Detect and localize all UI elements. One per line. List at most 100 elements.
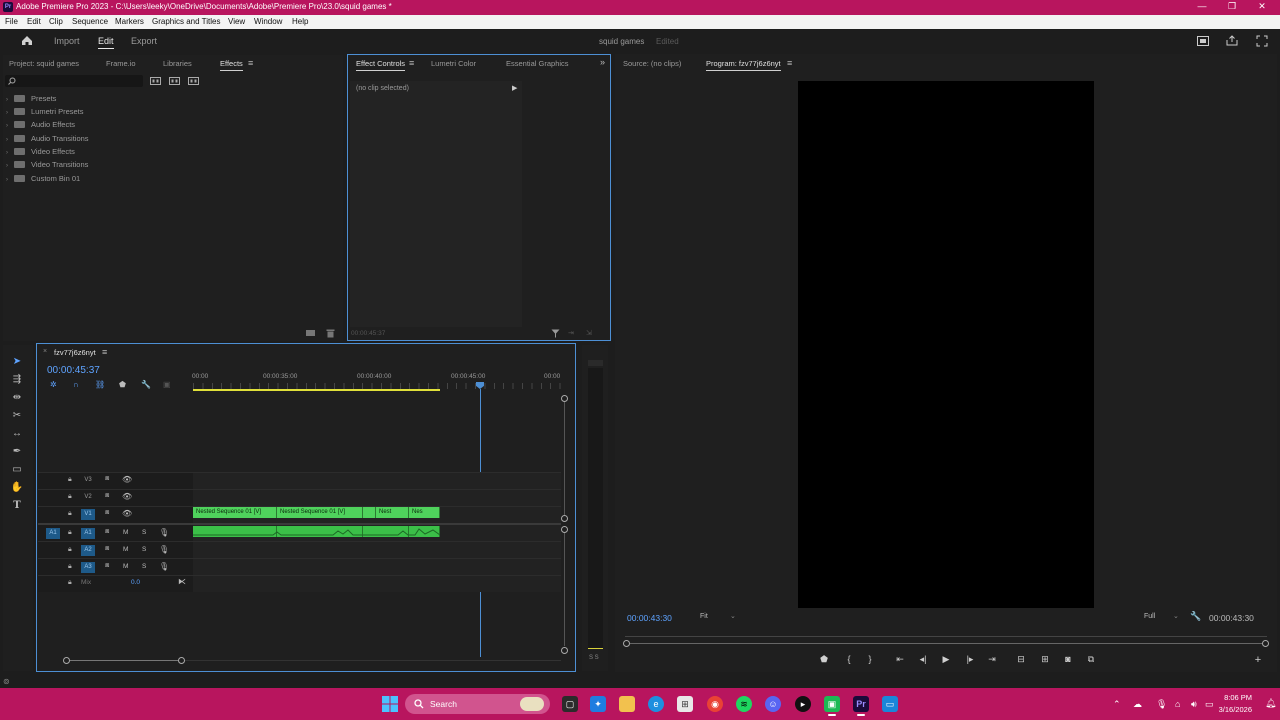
sync-lock-icon[interactable]: ⧈ (105, 475, 109, 483)
export-icon[interactable]: ⇲ (586, 329, 592, 337)
scroll-handle-top[interactable] (561, 395, 568, 402)
mix-value[interactable]: 0.0 (131, 579, 140, 586)
chrome-icon[interactable]: ◉ (707, 696, 723, 712)
panel-menu-icon[interactable]: ≡ (787, 58, 792, 68)
tree-item-presets[interactable]: › Presets (6, 94, 56, 107)
volume-icon[interactable]: 🔊︎ (1191, 699, 1197, 710)
play-audio-icon[interactable]: ⇥ (568, 329, 574, 337)
notification-icon[interactable]: 🔔︎ (1265, 698, 1276, 709)
capcut-icon[interactable]: ▸ (795, 696, 811, 712)
chevron-down-icon[interactable]: ⌄ (1173, 612, 1179, 620)
microsoft-store-icon[interactable]: ⊞ (677, 696, 693, 712)
hand-tool-icon[interactable]: ✋ (9, 481, 25, 495)
minimize-button[interactable]: — (1192, 1, 1212, 11)
lock-icon[interactable]: 🔒︎ (68, 563, 72, 571)
workspace-import-tab[interactable]: Import (54, 36, 80, 46)
captions-icon[interactable]: ▣ (163, 380, 171, 389)
expand-arrow-icon[interactable]: › (6, 137, 14, 143)
tab-effect-controls[interactable]: Effect Controls (356, 59, 406, 71)
menu-edit[interactable]: Edit (27, 17, 41, 26)
comparison-view-button[interactable]: ⧉ (1084, 654, 1098, 665)
task-view-icon[interactable]: ▢ (562, 696, 578, 712)
delete-icon[interactable] (326, 329, 335, 338)
video-clip[interactable]: Nested Sequence 01 [V] (277, 507, 363, 518)
add-marker-button[interactable]: ⬟ (817, 654, 831, 665)
tab-libraries[interactable]: Libraries (163, 59, 192, 68)
windows-start-icon[interactable] (382, 696, 398, 712)
tab-sequence[interactable]: fzv77j6z6nyt (54, 348, 96, 357)
new-custom-bin-icon[interactable] (306, 330, 315, 336)
video-clip[interactable]: Nested Sequence 01 [V] (193, 507, 277, 518)
track-label-a2[interactable]: A2 (81, 545, 95, 556)
timeline-zoom-bar[interactable] (70, 660, 178, 661)
share-icon[interactable] (1226, 35, 1238, 46)
lock-icon[interactable]: 🔒︎ (68, 579, 72, 587)
filter-icon[interactable] (551, 329, 560, 338)
video-audio-divider[interactable] (38, 523, 561, 525)
mute-button[interactable]: M (123, 563, 128, 570)
mark-in-button[interactable]: { (842, 654, 856, 664)
app-icon[interactable]: ▣ (824, 696, 840, 712)
eye-icon[interactable]: 👁︎ (122, 475, 132, 484)
lock-icon[interactable]: 🔒︎ (68, 546, 72, 554)
razor-tool-icon[interactable]: ✂ (9, 409, 25, 423)
chevron-down-icon[interactable]: ⌄ (730, 612, 736, 620)
program-zoom-handle-left[interactable] (623, 640, 630, 647)
slip-tool-icon[interactable]: ↔ (9, 427, 25, 441)
export-frame-button[interactable]: ◙ (1061, 654, 1075, 664)
expand-arrow-icon[interactable]: › (6, 163, 14, 169)
solo-button[interactable]: S (142, 529, 146, 536)
workspace-edit-tab[interactable]: Edit (98, 36, 114, 49)
type-tool-icon[interactable]: T (9, 499, 25, 513)
timeline-timecode[interactable]: 00:00:45:37 (47, 365, 100, 376)
program-current-time[interactable]: 00:00:43:30 (627, 613, 672, 623)
microphone-icon[interactable]: 🎙︎ (159, 562, 169, 571)
panels-overflow-icon[interactable]: » (600, 57, 605, 67)
panel-menu-icon[interactable]: ≡ (102, 347, 107, 357)
sync-lock-icon[interactable]: ⧈ (105, 545, 109, 553)
lock-icon[interactable]: 🔒︎ (68, 493, 72, 501)
edge-icon[interactable]: e (648, 696, 664, 712)
tree-item-audio-transitions[interactable]: › Audio Transitions (6, 134, 89, 147)
tab-source-monitor[interactable]: Source: (no clips) (623, 59, 681, 68)
accelerated-effects-icon[interactable] (169, 76, 180, 85)
rectangle-tool-icon[interactable]: ▭ (9, 463, 25, 477)
timeline-zoom-handle-left[interactable] (63, 657, 70, 664)
menu-graphics-titles[interactable]: Graphics and Titles (152, 17, 220, 26)
lift-button[interactable]: ⊟ (1014, 654, 1028, 665)
menu-help[interactable]: Help (292, 17, 308, 26)
effects-search-input[interactable] (5, 75, 143, 87)
work-area-bar[interactable] (193, 389, 440, 391)
app-window-icon[interactable]: ▭ (882, 696, 898, 712)
zoom-fit-select[interactable]: Fit (700, 613, 708, 620)
solo-button[interactable]: S (142, 546, 146, 553)
discord-icon[interactable]: ☺ (765, 696, 781, 712)
microphone-icon[interactable]: 🎙︎ (1156, 699, 1167, 710)
menu-clip[interactable]: Clip (49, 17, 63, 26)
button-editor-plus-icon[interactable]: + (1251, 654, 1265, 666)
wrench-icon[interactable]: 🔧 (1190, 611, 1201, 622)
menu-sequence[interactable]: Sequence (72, 17, 108, 26)
go-to-end-icon[interactable]: ⧔ (178, 577, 186, 586)
show-timeline-arrow-icon[interactable]: ▶ (512, 84, 517, 92)
copilot-icon[interactable]: ✦ (590, 696, 606, 712)
mute-button[interactable]: M (123, 546, 128, 553)
maximize-button[interactable]: ❐ (1222, 1, 1242, 12)
menu-markers[interactable]: Markers (115, 17, 144, 26)
audio-meter-solo[interactable]: S S (589, 655, 599, 661)
selection-tool-icon[interactable]: ➤ (9, 355, 25, 369)
vertical-scrollbar[interactable] (564, 402, 565, 515)
tree-item-video-transitions[interactable]: › Video Transitions (6, 160, 88, 173)
source-patch-a1[interactable]: A1 (46, 528, 60, 539)
tab-effects[interactable]: Effects (220, 59, 243, 71)
scroll-handle-bottom[interactable] (561, 647, 568, 654)
program-zoom-bar[interactable] (630, 643, 1262, 644)
track-label-a3[interactable]: A3 (81, 562, 95, 573)
scroll-handle[interactable] (561, 515, 568, 522)
onedrive-icon[interactable]: ☁ (1133, 699, 1142, 710)
menu-view[interactable]: View (228, 17, 245, 26)
program-video-frame[interactable] (798, 81, 1094, 608)
tree-item-video-effects[interactable]: › Video Effects (6, 147, 75, 160)
program-zoom-handle-right[interactable] (1262, 640, 1269, 647)
expand-arrow-icon[interactable]: › (6, 150, 14, 156)
